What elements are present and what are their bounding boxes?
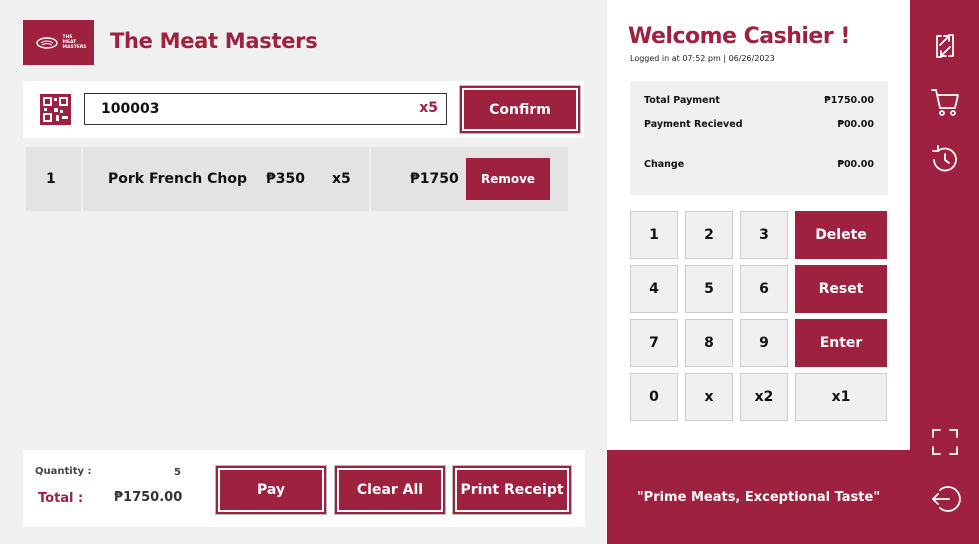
key-3[interactable]: 3 (740, 211, 788, 259)
key-4[interactable]: 4 (630, 265, 678, 313)
cell-divider (81, 147, 83, 211)
key-7[interactable]: 7 (630, 319, 678, 367)
pay-button[interactable]: Pay (216, 466, 326, 514)
welcome-heading: Welcome Cashier ! (628, 24, 850, 49)
app-title: The Meat Masters (110, 29, 318, 53)
payment-received-value: ₱00.00 (837, 119, 874, 130)
product-code-value: 100003 (101, 101, 160, 117)
reset-key[interactable]: Reset (795, 265, 887, 313)
total-payment-value: ₱1750.00 (824, 95, 874, 106)
change-value: ₱00.00 (837, 159, 874, 170)
key-0[interactable]: 0 (630, 373, 678, 421)
confirm-button[interactable]: Confirm (460, 86, 580, 133)
cart-icon[interactable] (929, 86, 961, 118)
change-label: Change (644, 159, 685, 170)
order-footer: Quantity : 5 Total : ₱1750.00 Pay Clear … (23, 450, 585, 527)
line-total: ₱1750 (410, 171, 459, 187)
steak-logo-icon (35, 36, 58, 49)
item-quantity: x5 (332, 171, 351, 187)
quantity-multiplier: x5 (419, 100, 438, 116)
quantity-label: Quantity : (35, 466, 92, 477)
key-5[interactable]: 5 (685, 265, 733, 313)
total-value: ₱1750.00 (114, 490, 183, 505)
total-label: Total : (38, 491, 84, 506)
logo: THE MEAT MASTERS (23, 20, 94, 65)
key-x[interactable]: x (685, 373, 733, 421)
product-name: Pork French Chop (108, 171, 248, 187)
qr-code-icon[interactable] (40, 94, 71, 125)
product-code-input[interactable]: 100003 x5 (84, 93, 447, 125)
history-icon[interactable] (929, 144, 961, 176)
total-payment-label: Total Payment (644, 95, 720, 106)
quantity-value: 5 (174, 467, 181, 478)
key-x2[interactable]: x2 (740, 373, 788, 421)
enter-key[interactable]: Enter (795, 319, 887, 367)
row-index: 1 (46, 171, 56, 187)
cell-divider (369, 147, 371, 211)
key-8[interactable]: 8 (685, 319, 733, 367)
logout-icon[interactable] (929, 483, 961, 515)
clear-all-button[interactable]: Clear All (335, 466, 445, 514)
tagline-text: "Prime Meats, Exceptional Taste" (636, 489, 881, 505)
payment-summary: Total Payment ₱1750.00 Payment Recieved … (630, 81, 888, 195)
print-receipt-button[interactable]: Print Receipt (453, 466, 571, 514)
key-1[interactable]: 1 (630, 211, 678, 259)
tagline-banner: "Prime Meats, Exceptional Taste" (607, 450, 910, 544)
sidebar (910, 0, 979, 544)
unit-price: ₱350 (266, 171, 305, 187)
logo-text: THE MEAT MASTERS (62, 35, 87, 50)
swap-icon[interactable] (929, 30, 961, 62)
login-info: Logged in at 07:52 pm | 06/26/2023 (630, 54, 775, 63)
cart-row: 1 Pork French Chop ₱350 x5 ₱1750 Remove (26, 147, 568, 211)
key-x1[interactable]: x1 (795, 373, 887, 421)
payment-panel: Welcome Cashier ! Logged in at 07:52 pm … (607, 0, 910, 450)
key-2[interactable]: 2 (685, 211, 733, 259)
key-9[interactable]: 9 (740, 319, 788, 367)
payment-received-label: Payment Recieved (644, 119, 743, 130)
fullscreen-icon[interactable] (929, 426, 961, 458)
delete-key[interactable]: Delete (795, 211, 887, 259)
scan-bar: 100003 x5 Confirm (23, 81, 584, 138)
remove-button[interactable]: Remove (466, 158, 550, 200)
key-6[interactable]: 6 (740, 265, 788, 313)
